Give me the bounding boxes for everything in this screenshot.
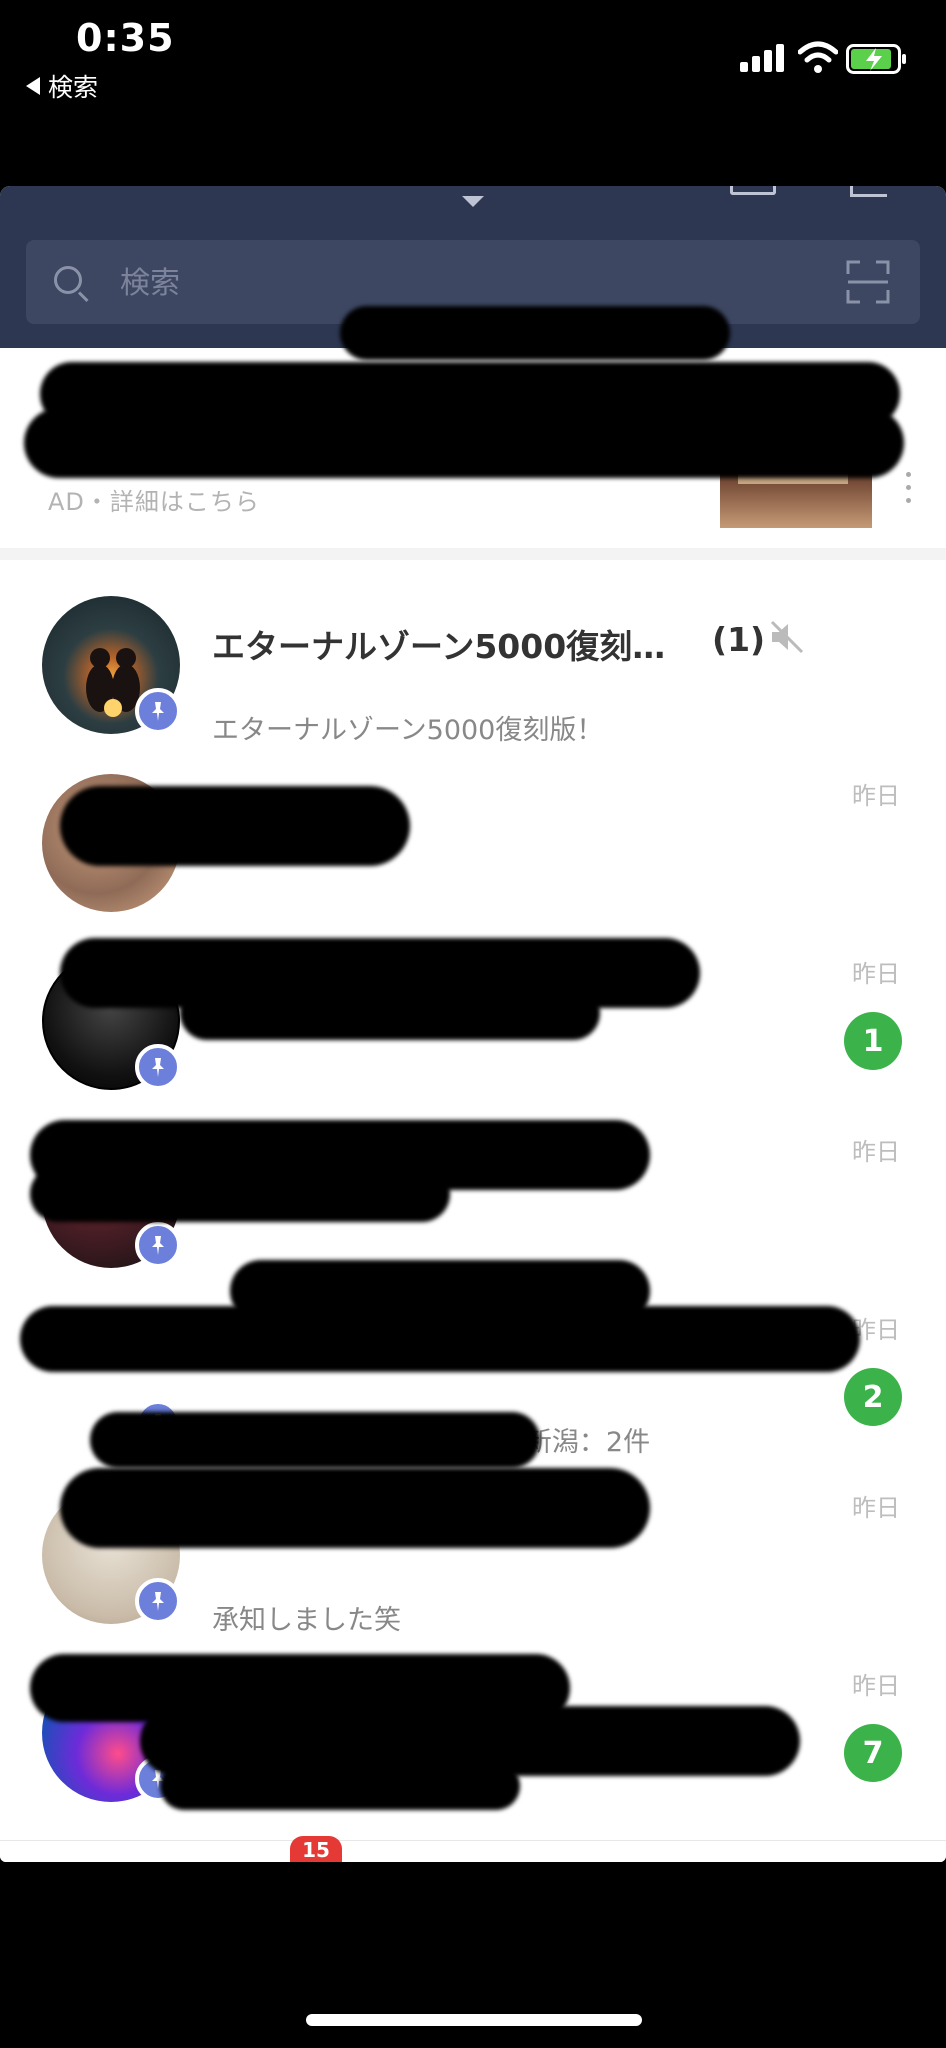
more-options-icon[interactable]	[906, 472, 914, 512]
battery-charging-icon	[846, 44, 906, 74]
home-indicator[interactable]	[306, 2014, 642, 2026]
redaction	[24, 408, 904, 478]
redaction	[230, 1260, 650, 1322]
redaction	[30, 1166, 450, 1222]
redaction	[90, 1412, 540, 1468]
redaction	[180, 986, 600, 1040]
qr-scan-icon[interactable]	[846, 260, 890, 304]
chat-row[interactable]: エターナルゾーン5000復刻… (1) エターナルゾーン5000復刻版！	[0, 560, 946, 746]
mute-icon	[770, 620, 804, 654]
chat-name: エターナルゾーン5000復刻…	[212, 627, 666, 666]
chat-timestamp: 昨日	[852, 1138, 900, 1166]
chat-timestamp: 昨日	[852, 1494, 900, 1522]
wifi-icon	[798, 41, 838, 73]
status-bar: 0:35 検索	[0, 0, 946, 110]
redaction	[60, 1468, 650, 1548]
menu-icon[interactable]	[850, 186, 887, 197]
chat-timestamp: 昨日	[852, 1672, 900, 1700]
pin-icon	[135, 1578, 181, 1624]
redaction	[160, 1762, 520, 1810]
pin-icon	[135, 1222, 181, 1268]
pin-icon	[135, 688, 181, 734]
create-chat-icon[interactable]	[730, 186, 776, 195]
ad-label[interactable]: AD・詳細はこちら	[48, 482, 260, 517]
unread-badge: 1	[844, 1012, 902, 1070]
bottom-tab-bar[interactable]	[0, 1840, 946, 1862]
pin-icon	[135, 1044, 181, 1090]
back-to-app-button[interactable]: 検索	[26, 68, 98, 104]
unread-badge: 2	[844, 1368, 902, 1426]
chat-timestamp: 昨日	[852, 960, 900, 988]
clock: 0:35	[76, 16, 175, 60]
chat-timestamp: 昨日	[852, 782, 900, 810]
unread-badge: 7	[844, 1724, 902, 1782]
chevron-down-icon[interactable]	[462, 196, 484, 207]
search-input[interactable]	[118, 260, 722, 306]
divider	[0, 548, 946, 560]
back-arrow-icon	[26, 77, 40, 95]
redaction	[60, 786, 410, 866]
member-count: (1)	[712, 620, 766, 659]
cellular-signal-icon	[740, 44, 784, 72]
line-app: AD・詳細はこちら エターナルゾーン5000復刻… (1) エターナルゾーン50…	[0, 186, 946, 1862]
back-label: 検索	[48, 73, 99, 102]
tab-unread-badge: 15	[290, 1836, 342, 1862]
search-icon	[54, 266, 82, 294]
redaction	[340, 306, 730, 360]
